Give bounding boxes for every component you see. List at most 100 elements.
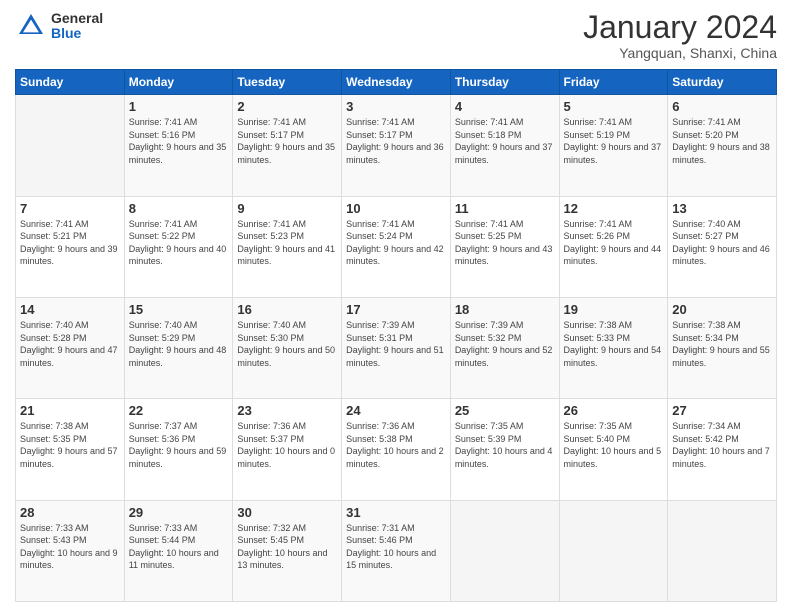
calendar-cell [450,500,559,601]
day-number: 27 [672,403,772,418]
subtitle: Yangquan, Shanxi, China [583,45,777,61]
week-row-3: 21 Sunrise: 7:38 AMSunset: 5:35 PMDayligh… [16,399,777,500]
calendar-cell: 30 Sunrise: 7:32 AMSunset: 5:45 PMDayligh… [233,500,342,601]
day-number: 26 [564,403,664,418]
day-info: Sunrise: 7:41 AMSunset: 5:16 PMDaylight:… [129,116,229,166]
day-header-thursday: Thursday [450,70,559,95]
day-number: 14 [20,302,120,317]
day-number: 5 [564,99,664,114]
calendar-cell: 20 Sunrise: 7:38 AMSunset: 5:34 PMDayligh… [668,297,777,398]
day-number: 31 [346,505,446,520]
day-info: Sunrise: 7:41 AMSunset: 5:24 PMDaylight:… [346,218,446,268]
day-number: 22 [129,403,229,418]
calendar-cell: 10 Sunrise: 7:41 AMSunset: 5:24 PMDayligh… [342,196,451,297]
day-number: 16 [237,302,337,317]
day-info: Sunrise: 7:40 AMSunset: 5:29 PMDaylight:… [129,319,229,369]
day-number: 24 [346,403,446,418]
calendar-cell: 5 Sunrise: 7:41 AMSunset: 5:19 PMDaylight… [559,95,668,196]
days-header-row: SundayMondayTuesdayWednesdayThursdayFrid… [16,70,777,95]
day-header-wednesday: Wednesday [342,70,451,95]
calendar-cell: 14 Sunrise: 7:40 AMSunset: 5:28 PMDayligh… [16,297,125,398]
day-number: 20 [672,302,772,317]
calendar-cell: 22 Sunrise: 7:37 AMSunset: 5:36 PMDayligh… [124,399,233,500]
day-info: Sunrise: 7:31 AMSunset: 5:46 PMDaylight:… [346,522,446,572]
week-row-2: 14 Sunrise: 7:40 AMSunset: 5:28 PMDayligh… [16,297,777,398]
day-info: Sunrise: 7:41 AMSunset: 5:23 PMDaylight:… [237,218,337,268]
day-number: 3 [346,99,446,114]
day-header-monday: Monday [124,70,233,95]
day-info: Sunrise: 7:41 AMSunset: 5:19 PMDaylight:… [564,116,664,166]
calendar-cell: 21 Sunrise: 7:38 AMSunset: 5:35 PMDayligh… [16,399,125,500]
calendar-cell: 8 Sunrise: 7:41 AMSunset: 5:22 PMDaylight… [124,196,233,297]
day-number: 8 [129,201,229,216]
calendar-cell: 11Sunrise: 7:41 AMSunset: 5:25 PMDayligh… [450,196,559,297]
day-header-saturday: Saturday [668,70,777,95]
day-number: 30 [237,505,337,520]
calendar-cell: 12 Sunrise: 7:41 AMSunset: 5:26 PMDayligh… [559,196,668,297]
calendar-cell: 4Sunrise: 7:41 AMSunset: 5:18 PMDaylight… [450,95,559,196]
calendar-cell: 19Sunrise: 7:38 AMSunset: 5:33 PMDayligh… [559,297,668,398]
logo-general-text: General [51,11,103,26]
day-info: Sunrise: 7:38 AMSunset: 5:34 PMDaylight:… [672,319,772,369]
day-info: Sunrise: 7:35 AMSunset: 5:39 PMDaylight:… [455,420,555,470]
day-info: Sunrise: 7:34 AMSunset: 5:42 PMDaylight:… [672,420,772,470]
day-number: 19 [564,302,664,317]
calendar-cell: 26Sunrise: 7:35 AMSunset: 5:40 PMDayligh… [559,399,668,500]
day-number: 12 [564,201,664,216]
day-info: Sunrise: 7:40 AMSunset: 5:28 PMDaylight:… [20,319,120,369]
calendar-cell: 23 Sunrise: 7:36 AMSunset: 5:37 PMDayligh… [233,399,342,500]
calendar-cell: 18Sunrise: 7:39 AMSunset: 5:32 PMDayligh… [450,297,559,398]
calendar-cell: 6Sunrise: 7:41 AMSunset: 5:20 PMDaylight… [668,95,777,196]
day-info: Sunrise: 7:36 AMSunset: 5:38 PMDaylight:… [346,420,446,470]
day-number: 1 [129,99,229,114]
day-number: 29 [129,505,229,520]
day-header-friday: Friday [559,70,668,95]
day-info: Sunrise: 7:41 AMSunset: 5:25 PMDaylight:… [455,218,555,268]
week-row-4: 28 Sunrise: 7:33 AMSunset: 5:43 PMDayligh… [16,500,777,601]
calendar-cell: 9 Sunrise: 7:41 AMSunset: 5:23 PMDaylight… [233,196,342,297]
logo: General Blue [15,10,103,42]
logo-icon [15,10,47,42]
day-info: Sunrise: 7:41 AMSunset: 5:17 PMDaylight:… [346,116,446,166]
day-header-tuesday: Tuesday [233,70,342,95]
day-header-sunday: Sunday [16,70,125,95]
day-info: Sunrise: 7:39 AMSunset: 5:31 PMDaylight:… [346,319,446,369]
calendar-cell: 16Sunrise: 7:40 AMSunset: 5:30 PMDayligh… [233,297,342,398]
day-info: Sunrise: 7:41 AMSunset: 5:20 PMDaylight:… [672,116,772,166]
day-number: 25 [455,403,555,418]
day-number: 2 [237,99,337,114]
day-number: 13 [672,201,772,216]
day-info: Sunrise: 7:41 AMSunset: 5:18 PMDaylight:… [455,116,555,166]
calendar-cell: 31 Sunrise: 7:31 AMSunset: 5:46 PMDayligh… [342,500,451,601]
calendar-cell [668,500,777,601]
page: General Blue January 2024 Yangquan, Shan… [0,0,792,612]
day-number: 21 [20,403,120,418]
calendar-cell: 2 Sunrise: 7:41 AMSunset: 5:17 PMDaylight… [233,95,342,196]
day-number: 28 [20,505,120,520]
calendar-cell: 25 Sunrise: 7:35 AMSunset: 5:39 PMDayligh… [450,399,559,500]
day-number: 10 [346,201,446,216]
day-info: Sunrise: 7:41 AMSunset: 5:22 PMDaylight:… [129,218,229,268]
calendar-cell: 28 Sunrise: 7:33 AMSunset: 5:43 PMDayligh… [16,500,125,601]
day-number: 9 [237,201,337,216]
calendar-cell: 24 Sunrise: 7:36 AMSunset: 5:38 PMDayligh… [342,399,451,500]
day-number: 7 [20,201,120,216]
day-info: Sunrise: 7:37 AMSunset: 5:36 PMDaylight:… [129,420,229,470]
day-info: Sunrise: 7:38 AMSunset: 5:35 PMDaylight:… [20,420,120,470]
header: General Blue January 2024 Yangquan, Shan… [15,10,777,61]
day-info: Sunrise: 7:40 AMSunset: 5:27 PMDaylight:… [672,218,772,268]
day-info: Sunrise: 7:39 AMSunset: 5:32 PMDaylight:… [455,319,555,369]
day-number: 17 [346,302,446,317]
calendar-cell: 13 Sunrise: 7:40 AMSunset: 5:27 PMDayligh… [668,196,777,297]
calendar-cell: 1 Sunrise: 7:41 AMSunset: 5:16 PMDaylight… [124,95,233,196]
calendar-cell: 27 Sunrise: 7:34 AMSunset: 5:42 PMDayligh… [668,399,777,500]
week-row-0: 1 Sunrise: 7:41 AMSunset: 5:16 PMDaylight… [16,95,777,196]
day-info: Sunrise: 7:32 AMSunset: 5:45 PMDaylight:… [237,522,337,572]
day-info: Sunrise: 7:41 AMSunset: 5:26 PMDaylight:… [564,218,664,268]
day-number: 23 [237,403,337,418]
day-info: Sunrise: 7:36 AMSunset: 5:37 PMDaylight:… [237,420,337,470]
day-info: Sunrise: 7:41 AMSunset: 5:17 PMDaylight:… [237,116,337,166]
calendar-cell: 17 Sunrise: 7:39 AMSunset: 5:31 PMDayligh… [342,297,451,398]
day-info: Sunrise: 7:33 AMSunset: 5:43 PMDaylight:… [20,522,120,572]
calendar-cell: 29Sunrise: 7:33 AMSunset: 5:44 PMDayligh… [124,500,233,601]
